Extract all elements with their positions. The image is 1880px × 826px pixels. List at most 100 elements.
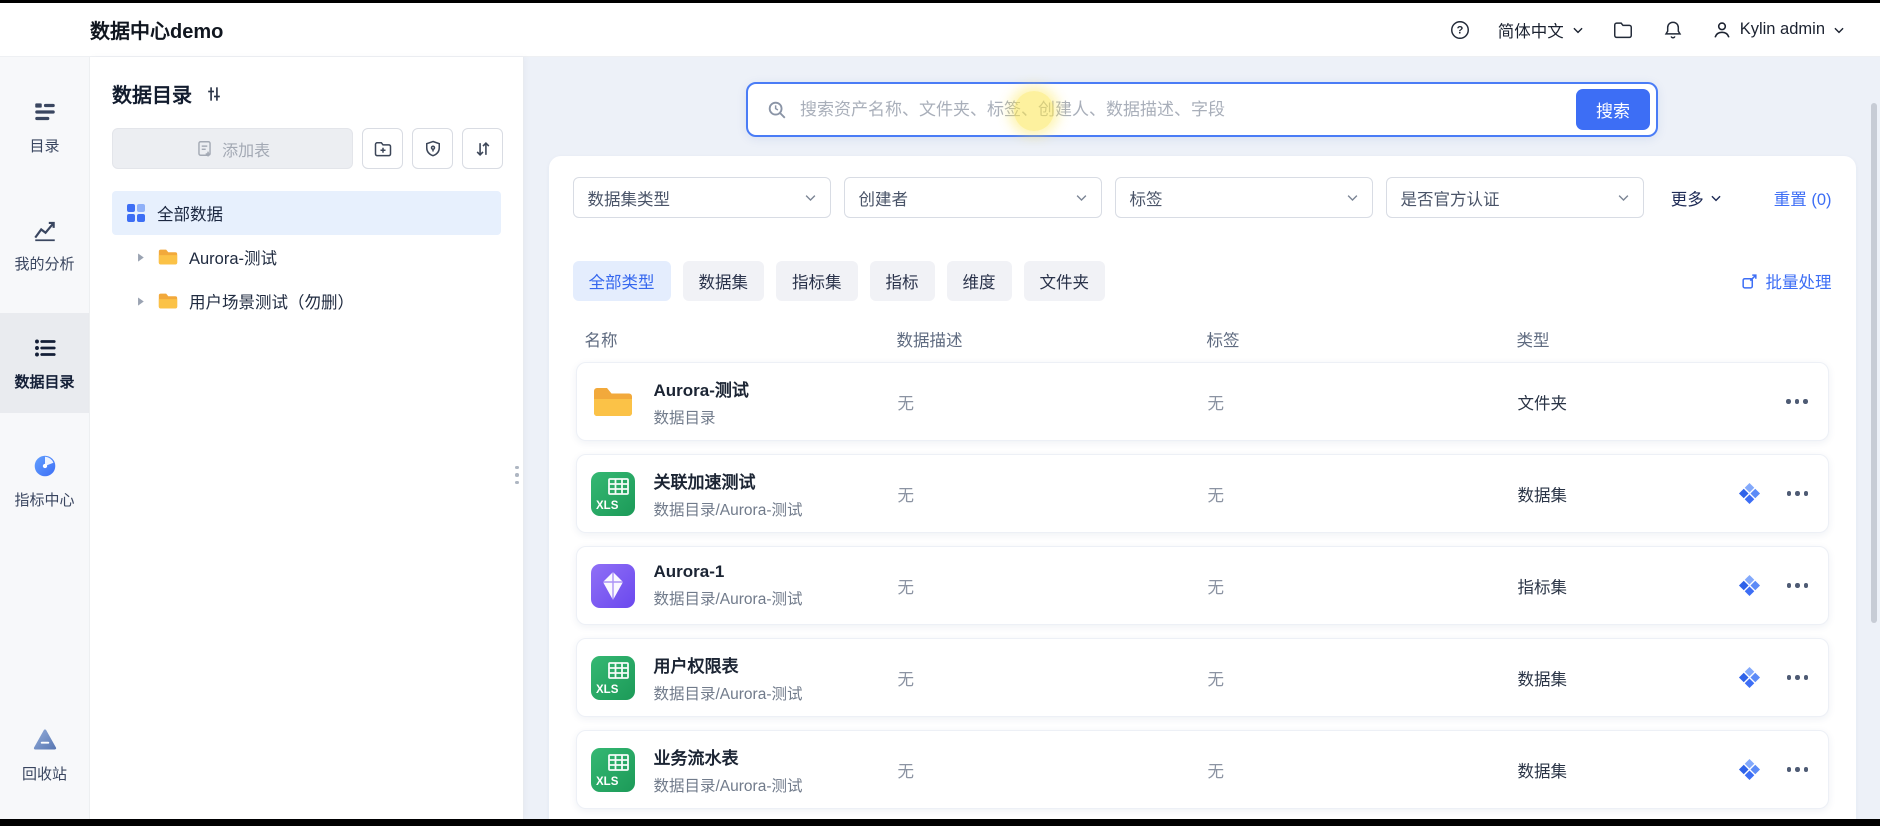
model-gem-icon[interactable] <box>1738 482 1761 505</box>
asset-type: 文件夹 <box>1518 390 1738 414</box>
topbar: 数据中心demo ? 简体中文 <box>0 3 1880 57</box>
batch-label: 批量处理 <box>1766 269 1832 293</box>
panel-toolbar: 添加表 <box>90 128 523 169</box>
dropdown-label: 标签 <box>1130 186 1345 210</box>
row-more-button[interactable] <box>1787 579 1809 592</box>
table-row[interactable]: XLS 业务流水表 数据目录/Aurora-测试 无 无 数据集 <box>576 730 1829 809</box>
tab-folder[interactable]: 文件夹 <box>1024 261 1106 301</box>
table-row[interactable]: XLS 关联加速测试 数据目录/Aurora-测试 无 无 数据集 <box>576 454 1829 533</box>
sidebar: 目录 我的分析 数据目录 <box>0 57 90 819</box>
add-folder-button[interactable] <box>362 128 403 169</box>
tab-all-types[interactable]: 全部类型 <box>573 261 671 301</box>
caret-right-icon[interactable] <box>134 295 147 308</box>
catalog-icon <box>32 99 58 125</box>
asset-path: 数据目录 <box>654 406 749 428</box>
dropdown-label: 是否官方认证 <box>1401 186 1616 210</box>
asset-path: 数据目录/Aurora-测试 <box>654 774 803 796</box>
tree-settings-icon[interactable] <box>204 84 224 104</box>
sidebar-item-catalog[interactable]: 目录 <box>0 77 89 177</box>
filter-dataset-type[interactable]: 数据集类型 <box>573 177 831 218</box>
asset-name[interactable]: Aurora-1 <box>654 562 803 582</box>
user-icon <box>1711 19 1733 41</box>
sort-button[interactable] <box>462 128 503 169</box>
tree-item-folder[interactable]: Aurora-测试 <box>90 235 523 279</box>
left-panel: 数据目录 添加表 <box>90 57 524 819</box>
asset-type: 数据集 <box>1518 758 1738 782</box>
all-data-grid-icon <box>126 203 146 223</box>
main-wrap: 目录 我的分析 数据目录 <box>0 57 1880 819</box>
search-input[interactable] <box>800 100 1576 120</box>
permission-button[interactable] <box>412 128 453 169</box>
asset-path: 数据目录/Aurora-测试 <box>654 682 803 704</box>
panel-title: 数据目录 <box>112 79 192 108</box>
col-header-desc: 数据描述 <box>897 327 1207 351</box>
sidebar-item-label: 指标中心 <box>14 489 74 510</box>
table-row[interactable]: Aurora-测试 数据目录 无 无 文件夹 <box>576 362 1829 441</box>
asset-name[interactable]: Aurora-测试 <box>654 376 749 401</box>
user-menu[interactable]: Kylin admin <box>1711 19 1846 41</box>
asset-name[interactable]: 用户权限表 <box>654 652 803 677</box>
caret-right-icon[interactable] <box>134 251 147 264</box>
table-header: 名称 数据描述 标签 类型 <box>576 316 1829 362</box>
col-header-tags: 标签 <box>1207 327 1517 351</box>
row-more-button[interactable] <box>1786 395 1808 408</box>
metric-set-icon <box>589 562 637 610</box>
asset-tags: 无 <box>1208 390 1518 414</box>
model-gem-icon[interactable] <box>1738 758 1761 781</box>
sidebar-item-data-catalog[interactable]: 数据目录 <box>0 313 89 413</box>
row-more-button[interactable] <box>1787 487 1809 500</box>
tree-item-folder[interactable]: 用户场景测试（勿删） <box>90 279 523 323</box>
table-row[interactable]: XLS 用户权限表 数据目录/Aurora-测试 无 无 数据集 <box>576 638 1829 717</box>
table-row[interactable]: Aurora-1 数据目录/Aurora-测试 无 无 指标集 <box>576 546 1829 625</box>
panel-resize-handle[interactable] <box>511 453 523 497</box>
xls-dataset-icon: XLS <box>589 654 637 702</box>
search-icon <box>766 99 788 121</box>
tab-dataset[interactable]: 数据集 <box>683 261 765 301</box>
asset-tags: 无 <box>1208 482 1518 506</box>
dropdown-label: 数据集类型 <box>588 186 803 210</box>
folder-topbar-icon[interactable] <box>1611 18 1635 42</box>
analysis-icon <box>32 217 58 243</box>
row-more-button[interactable] <box>1787 763 1809 776</box>
sidebar-item-label: 数据目录 <box>14 371 74 392</box>
sidebar-item-recycle-bin[interactable]: 回收站 <box>0 705 89 805</box>
user-name: Kylin admin <box>1740 20 1825 39</box>
asset-name[interactable]: 关联加速测试 <box>654 468 803 493</box>
tab-dimension[interactable]: 维度 <box>947 261 1012 301</box>
tree-item-all-data[interactable]: 全部数据 <box>112 191 501 235</box>
sidebar-item-label: 回收站 <box>22 763 67 784</box>
model-gem-icon[interactable] <box>1738 574 1761 597</box>
asset-name[interactable]: 业务流水表 <box>654 744 803 769</box>
search-button[interactable]: 搜索 <box>1576 89 1650 130</box>
screen-frame: 数据中心demo ? 简体中文 <box>0 0 1880 826</box>
help-icon[interactable]: ? <box>1448 18 1472 42</box>
app-title: 数据中心demo <box>90 15 223 44</box>
tab-metric-set[interactable]: 指标集 <box>776 261 858 301</box>
tree-item-label: Aurora-测试 <box>189 245 277 269</box>
sidebar-item-my-analysis[interactable]: 我的分析 <box>0 195 89 295</box>
col-header-name: 名称 <box>576 327 897 351</box>
model-gem-icon[interactable] <box>1738 666 1761 689</box>
more-filters-link[interactable]: 更多 <box>1671 186 1723 210</box>
tab-metric[interactable]: 指标 <box>870 261 935 301</box>
bell-icon[interactable] <box>1661 18 1685 42</box>
filter-tag[interactable]: 标签 <box>1115 177 1373 218</box>
asset-tags: 无 <box>1208 758 1518 782</box>
data-catalog-icon <box>32 335 58 361</box>
chevron-down-icon <box>803 190 818 205</box>
asset-tags: 无 <box>1208 666 1518 690</box>
add-table-button[interactable]: 添加表 <box>112 128 353 169</box>
filter-official-certified[interactable]: 是否官方认证 <box>1386 177 1644 218</box>
filter-creator[interactable]: 创建者 <box>844 177 1102 218</box>
sidebar-item-metric-center[interactable]: 指标中心 <box>0 431 89 531</box>
row-more-button[interactable] <box>1787 671 1809 684</box>
batch-process-link[interactable]: 批量处理 <box>1740 269 1832 293</box>
shield-lock-icon <box>423 139 443 159</box>
folder-plus-icon <box>373 139 393 159</box>
topbar-actions: ? 简体中文 <box>1448 18 1846 42</box>
reset-filters-link[interactable]: 重置 (0) <box>1774 186 1832 210</box>
scrollbar-thumb[interactable] <box>1871 103 1877 623</box>
chevron-down-icon <box>1345 190 1360 205</box>
asset-path: 数据目录/Aurora-测试 <box>654 587 803 609</box>
language-selector[interactable]: 简体中文 <box>1498 18 1585 42</box>
